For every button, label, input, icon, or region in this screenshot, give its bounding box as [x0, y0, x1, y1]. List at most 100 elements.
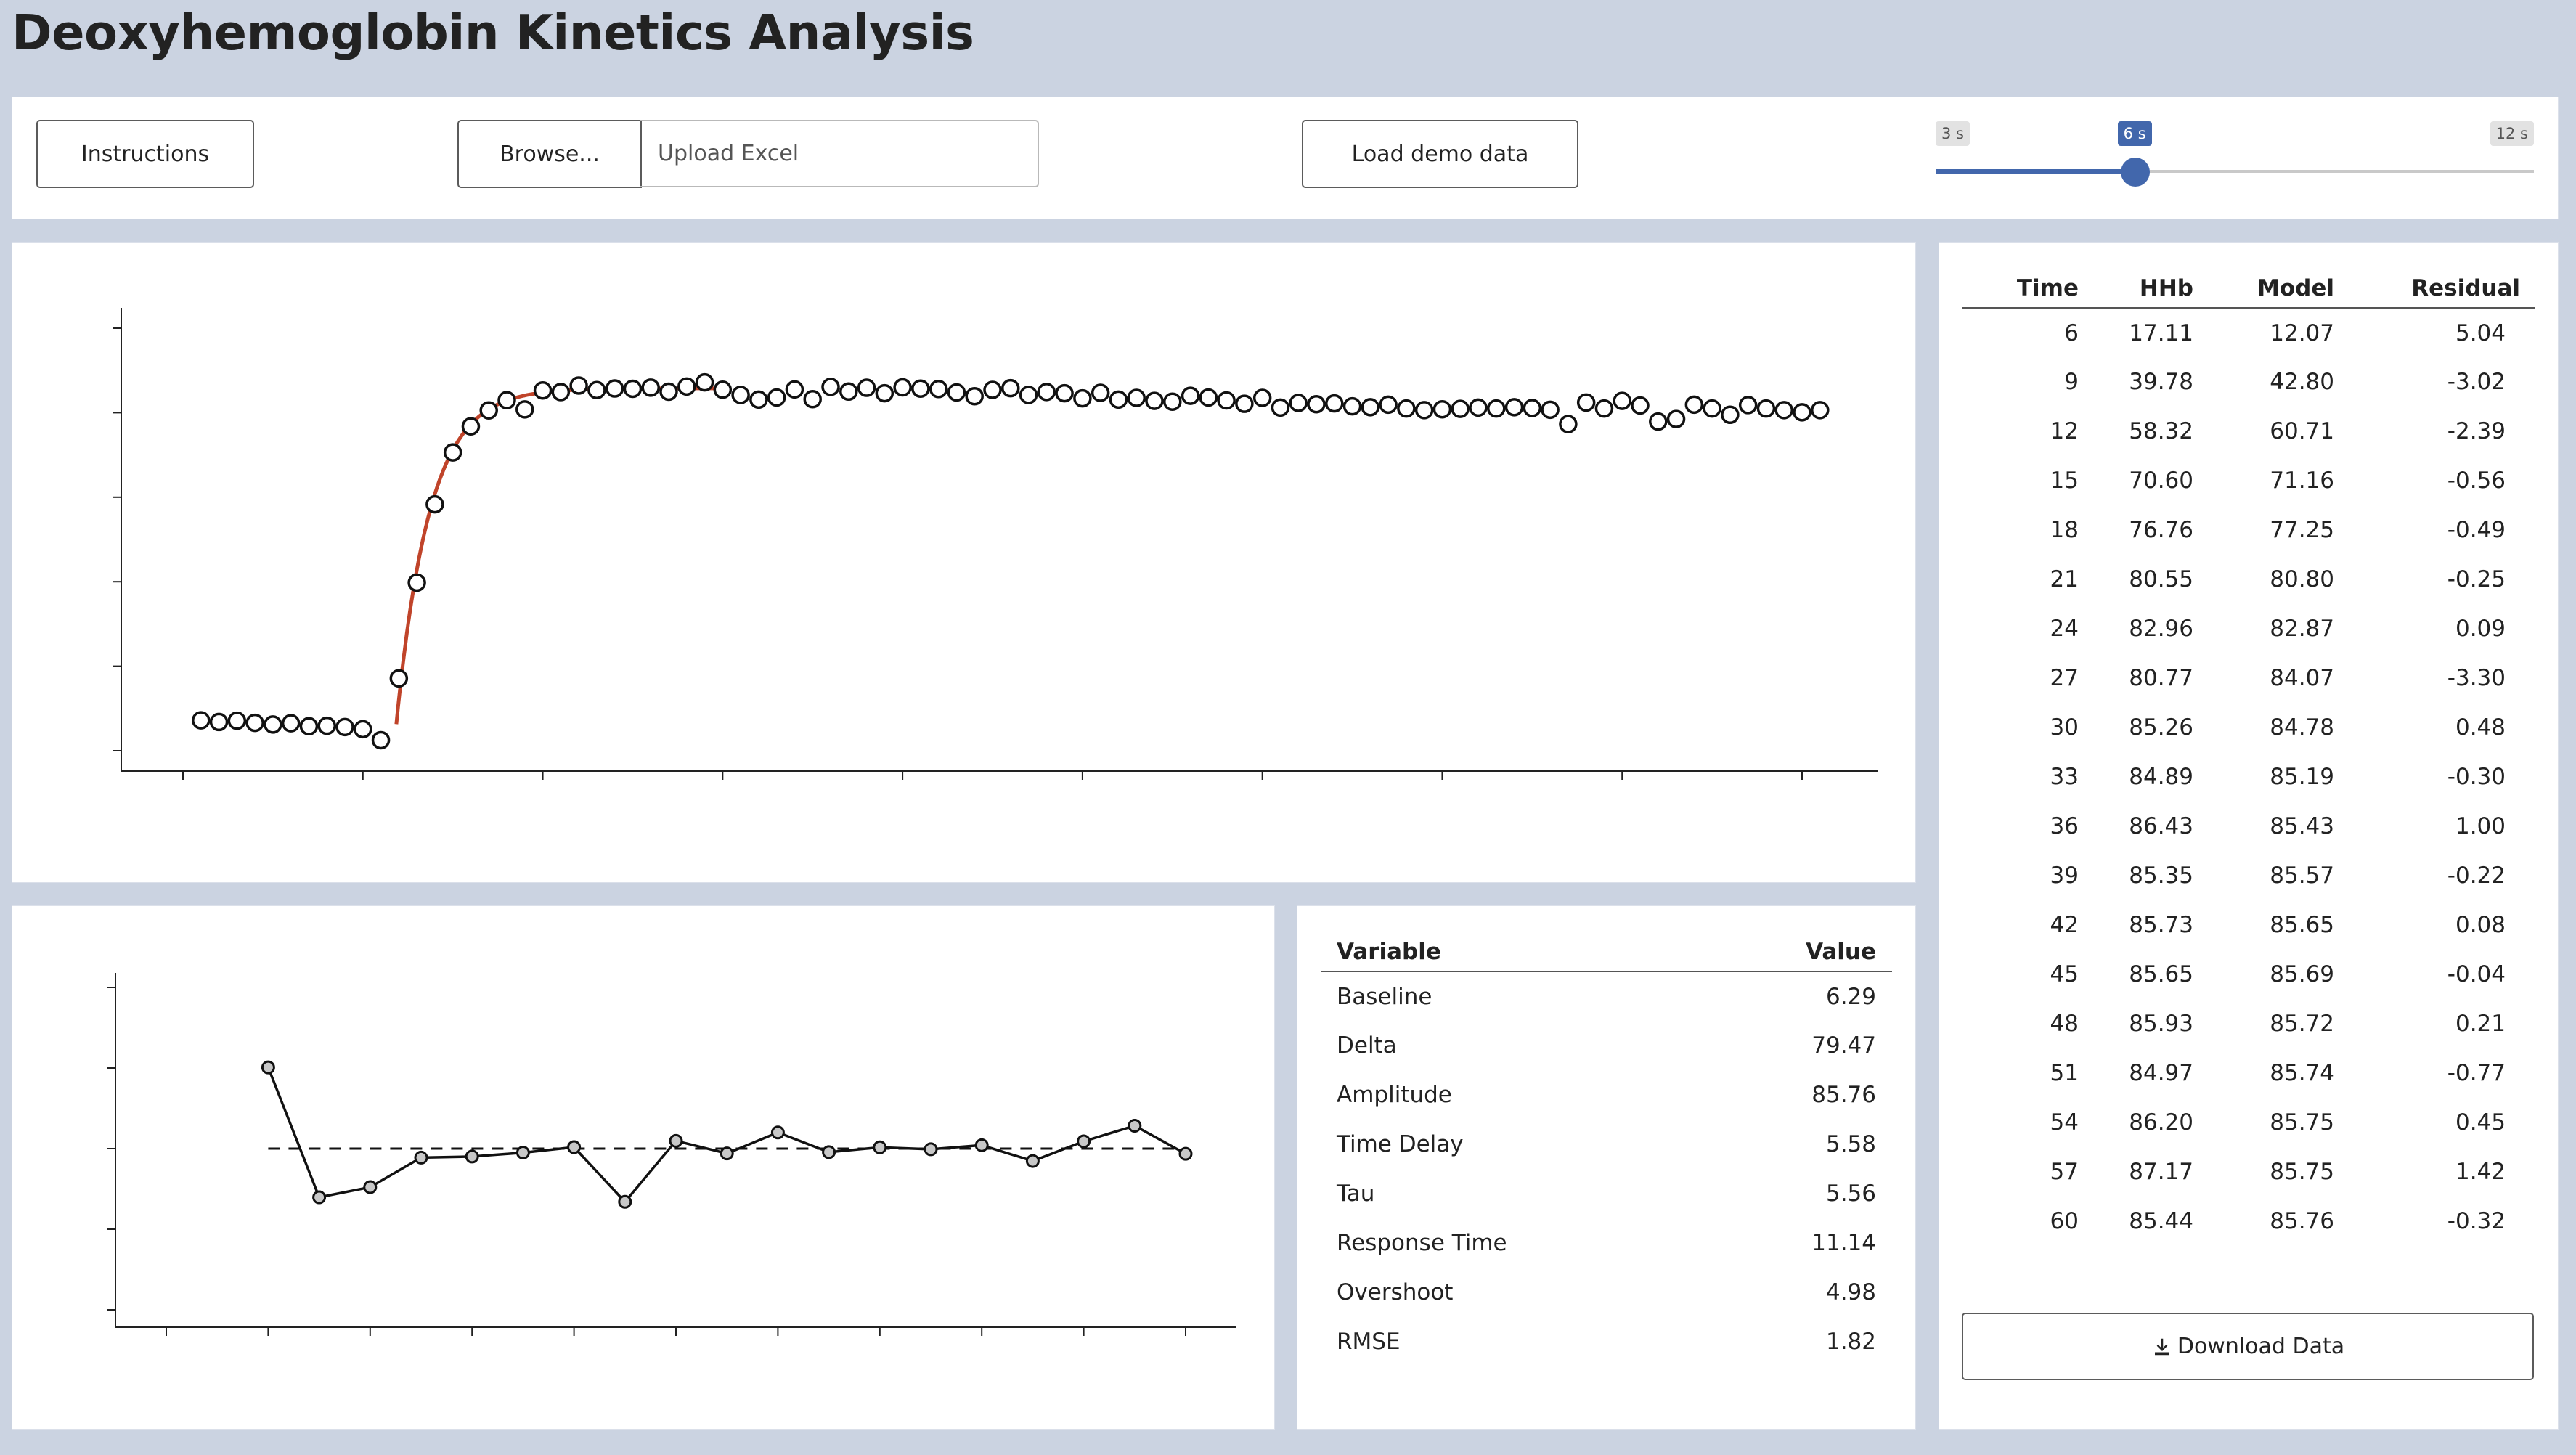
data-point	[1738, 396, 1758, 415]
download-label: Download Data	[2177, 1334, 2345, 1359]
time-cell: 24	[2050, 616, 2079, 642]
instructions-button[interactable]: Instructions	[36, 120, 254, 188]
data-point	[1379, 395, 1398, 415]
data-table-panel: Time HHb Model Residual 6 17.11 12.07 5.04 9…	[1939, 242, 2559, 1430]
data-point	[1127, 388, 1146, 407]
residual-cell: 0.48	[2455, 714, 2506, 741]
model-cell: 60.71	[2270, 418, 2334, 444]
data-point	[1199, 388, 1218, 407]
model-cell: 12.07	[2270, 319, 2334, 346]
data-point	[893, 378, 912, 397]
model-cell: 82.87	[2270, 616, 2334, 642]
data-point	[623, 379, 643, 399]
residual-cell: -0.49	[2447, 517, 2506, 543]
parameters-table: Variable Value Baseline 6.29 Delta 79.47 Amp…	[1321, 922, 1892, 1366]
hhb-cell: 80.55	[2129, 566, 2193, 592]
model-cell: 77.25	[2270, 517, 2334, 543]
slider-value-label: 6 s	[2117, 121, 2152, 146]
data-point	[803, 390, 822, 409]
data-point	[317, 716, 336, 735]
fit-data-table: Time HHb Model Residual 6 17.11 12.07 5.04 9…	[1962, 258, 2535, 1246]
param-name: Amplitude	[1337, 1082, 1452, 1108]
hhb-cell: 58.32	[2129, 418, 2193, 444]
data-point	[749, 390, 768, 409]
data-row: 42 85.73 85.65 0.08	[1962, 900, 2535, 950]
upload-excel-field[interactable]: Upload Excel	[640, 120, 1039, 187]
time-cell: 6	[2064, 319, 2079, 346]
param-value: 79.47	[1811, 1032, 1876, 1059]
data-point	[479, 401, 498, 420]
data-point	[209, 712, 229, 732]
data-header-residual: Residual	[2369, 258, 2535, 309]
residual-cell: 0.45	[2455, 1109, 2506, 1136]
smoothing-slider[interactable]: 3 s 6 s 12 s	[1931, 116, 2534, 196]
residual-point	[1128, 1118, 1142, 1133]
data-row: 6 17.11 12.07 5.04	[1962, 308, 2535, 357]
hhb-cell: 70.60	[2129, 468, 2193, 494]
data-point	[245, 713, 264, 733]
data-point	[659, 382, 678, 402]
data-point	[1649, 412, 1668, 431]
data-row: 39 85.35 85.57 -0.22	[1962, 851, 2535, 900]
hhb-cell: 87.17	[2129, 1159, 2193, 1185]
time-cell: 45	[2050, 961, 2079, 987]
slider-min-label: 3 s	[1936, 121, 1970, 146]
residual-cell: -3.02	[2447, 369, 2506, 395]
data-point	[1217, 391, 1236, 410]
model-cell: 85.76	[2270, 1208, 2334, 1234]
browse-button[interactable]: Browse...	[457, 120, 642, 188]
data-point	[1703, 399, 1721, 418]
slider-handle[interactable]	[2120, 158, 2150, 187]
residual-cell: 1.42	[2455, 1159, 2506, 1185]
residual-chart-panel	[12, 905, 1275, 1430]
data-row: 57 87.17 85.75 1.42	[1962, 1147, 2535, 1197]
residual-point	[1178, 1146, 1193, 1161]
residual-point	[515, 1146, 530, 1160]
residual-cell: 1.00	[2455, 813, 2506, 839]
data-point	[1559, 415, 1578, 433]
data-point	[1019, 386, 1038, 404]
hhb-cell: 76.76	[2129, 517, 2193, 543]
residual-point	[312, 1190, 327, 1205]
param-value: 1.82	[1825, 1329, 1876, 1355]
data-row: 24 82.96 82.87 0.09	[1962, 604, 2535, 653]
hhb-cell: 84.89	[2129, 764, 2193, 790]
time-cell: 42	[2050, 912, 2079, 938]
residual-chart	[107, 973, 1236, 1336]
time-cell: 48	[2050, 1011, 2079, 1037]
residual-cell: -0.56	[2447, 468, 2506, 494]
hhb-cell: 85.65	[2129, 961, 2193, 987]
model-cell: 85.75	[2270, 1159, 2334, 1185]
param-name: RMSE	[1337, 1329, 1401, 1355]
param-value: 11.14	[1811, 1230, 1876, 1256]
residual-point	[567, 1140, 582, 1154]
model-cell: 80.80	[2270, 566, 2334, 592]
download-data-button[interactable]: Download Data	[1962, 1313, 2534, 1380]
model-cell: 85.74	[2270, 1060, 2334, 1086]
slider-max-label: 12 s	[2490, 121, 2534, 146]
data-point	[1235, 394, 1254, 413]
data-point	[335, 717, 354, 737]
time-cell: 21	[2050, 566, 2079, 592]
residual-cell: -0.30	[2447, 764, 2506, 790]
time-cell: 33	[2050, 764, 2079, 790]
params-row: Tau 5.56	[1321, 1169, 1892, 1218]
load-demo-button[interactable]: Load demo data	[1302, 120, 1578, 188]
data-row: 12 58.32 60.71 -2.39	[1962, 407, 2535, 456]
data-point	[1684, 395, 1704, 415]
model-fit-line	[394, 386, 722, 725]
time-cell: 27	[2050, 665, 2079, 691]
data-point	[407, 573, 426, 592]
data-point	[1109, 390, 1128, 409]
data-point	[1432, 399, 1452, 419]
residual-cell: 0.09	[2455, 616, 2506, 642]
hhb-cell: 85.26	[2129, 714, 2193, 741]
data-point	[497, 391, 516, 409]
time-cell: 12	[2050, 418, 2079, 444]
residual-point	[974, 1138, 989, 1152]
data-point	[839, 382, 858, 402]
params-row: Overshoot 4.98	[1321, 1268, 1892, 1317]
data-point	[569, 376, 588, 395]
hhb-cell: 85.73	[2129, 912, 2193, 938]
data-point	[1361, 398, 1380, 417]
